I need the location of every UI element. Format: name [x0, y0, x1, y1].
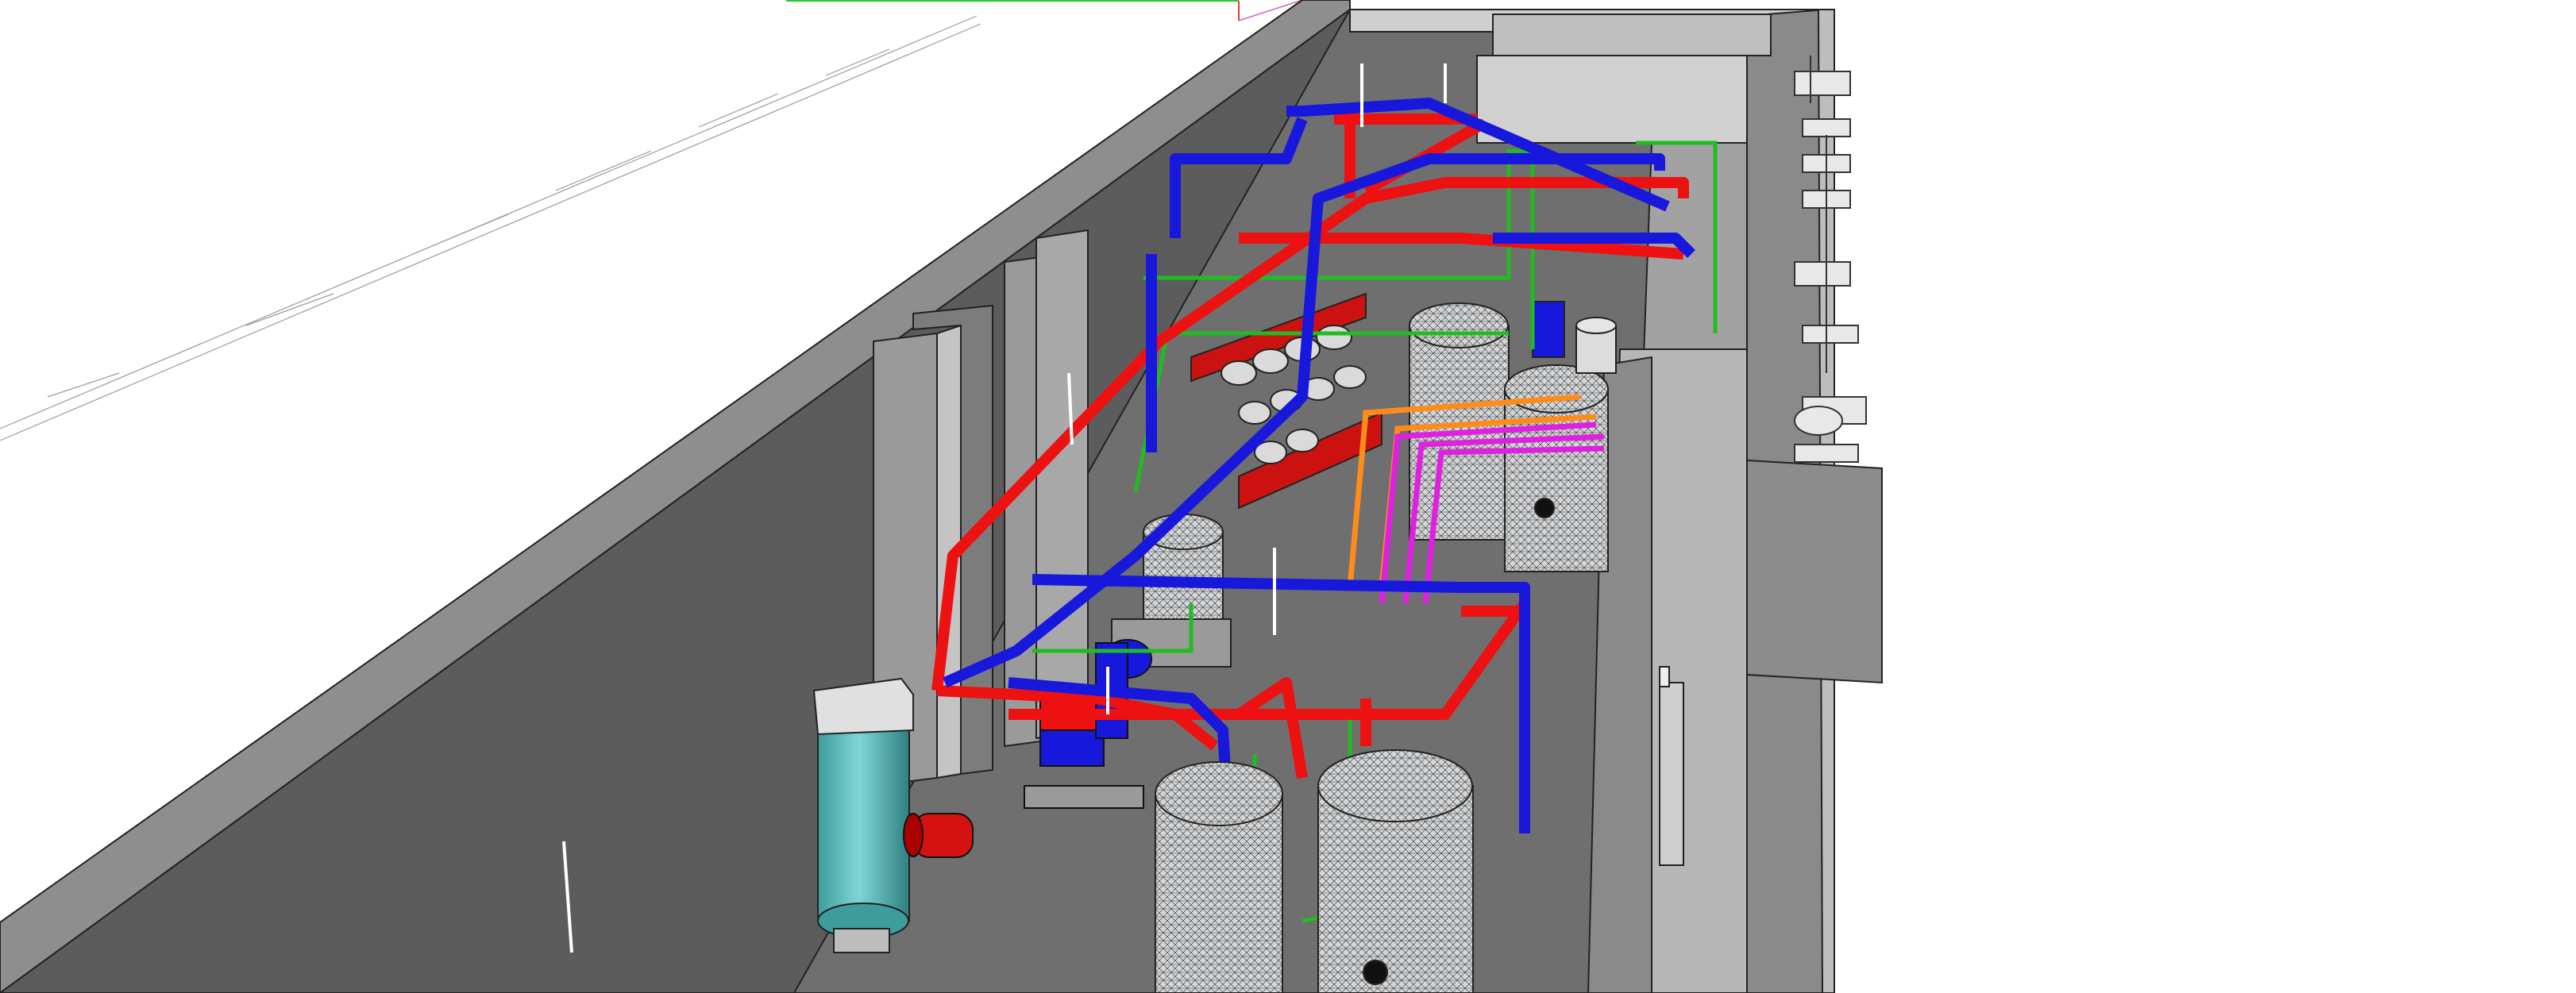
pressure-vessel-red — [903, 813, 974, 858]
scene-svg[interactable] — [0, 0, 2576, 993]
expansion-vessel-teal — [812, 677, 914, 953]
storage-tank-front-left — [1155, 761, 1283, 993]
model-viewport[interactable] — [0, 0, 2576, 993]
storage-tank-front-right — [1317, 749, 1474, 993]
axis-lines — [786, 0, 1303, 21]
wall-fixture — [1659, 666, 1684, 866]
